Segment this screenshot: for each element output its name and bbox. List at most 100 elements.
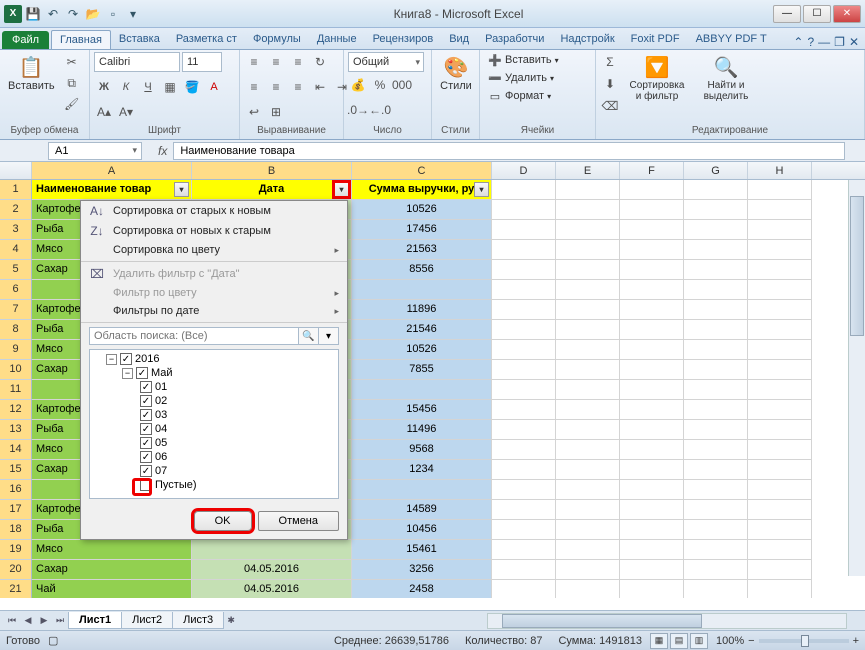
ribbon-tab-7[interactable]: Разработчи (477, 30, 552, 49)
cell-c-21[interactable]: 2458 (352, 580, 492, 598)
select-all-corner[interactable] (0, 162, 32, 179)
cell-c-12[interactable]: 15456 (352, 400, 492, 420)
horizontal-scrollbar[interactable] (487, 613, 847, 629)
align-right-icon[interactable]: ≡ (288, 77, 308, 97)
cell-blank[interactable] (620, 220, 684, 240)
cell-blank[interactable] (620, 320, 684, 340)
cell-blank[interactable] (620, 500, 684, 520)
row-header-5[interactable]: 5 (0, 260, 32, 280)
zoom-slider[interactable] (759, 639, 849, 643)
hscroll-thumb[interactable] (502, 614, 702, 628)
find-select-button[interactable]: 🔍 Найти и выделить (694, 52, 758, 104)
cell-blank[interactable] (556, 320, 620, 340)
cell-blank[interactable] (684, 580, 748, 598)
cell-blank[interactable] (684, 480, 748, 500)
filter-button-a[interactable]: ▾ (174, 182, 189, 197)
date-filters-item[interactable]: Фильтры по дате▸ (81, 302, 347, 320)
sheet-prev-icon[interactable]: ◀ (20, 613, 36, 629)
fill-color-icon[interactable]: 🪣 (182, 77, 202, 97)
cell-c-10[interactable]: 7855 (352, 360, 492, 380)
row-header-11[interactable]: 11 (0, 380, 32, 400)
cell-blank[interactable] (684, 360, 748, 380)
cell-blank[interactable] (620, 460, 684, 480)
minimize-ribbon-icon[interactable]: ⌃ (793, 35, 803, 49)
sort-filter-button[interactable]: 🔽 Сортировка и фильтр (623, 52, 691, 104)
grow-font-icon[interactable]: A▴ (94, 102, 114, 122)
day-checkbox-06[interactable] (140, 451, 152, 463)
cell-blank[interactable] (748, 340, 812, 360)
cell-blank[interactable] (684, 500, 748, 520)
column-header-G[interactable]: G (684, 162, 748, 179)
ribbon-tab-4[interactable]: Данные (309, 30, 365, 49)
sort-color-item[interactable]: Сортировка по цвету▸ (81, 241, 347, 259)
page-break-icon[interactable]: ▥ (690, 633, 708, 649)
cell-b-20[interactable]: 04.05.2016 (192, 560, 352, 580)
cell-a-19[interactable]: Мясо (32, 540, 192, 560)
new-icon[interactable]: ▫ (104, 5, 122, 23)
cell-blank[interactable] (620, 520, 684, 540)
cell-blank[interactable] (620, 340, 684, 360)
cell-c-14[interactable]: 9568 (352, 440, 492, 460)
macro-record-icon[interactable]: ▢ (48, 634, 58, 647)
ribbon-tab-10[interactable]: ABBYY PDF T (688, 30, 775, 49)
number-format-select[interactable]: Общий (348, 52, 424, 72)
cell-blank[interactable] (556, 560, 620, 580)
cell-blank[interactable] (748, 460, 812, 480)
cell-blank[interactable] (492, 340, 556, 360)
cell-blank[interactable] (748, 520, 812, 540)
format-painter-icon[interactable]: 🖌 (62, 94, 82, 114)
minimize-button[interactable]: — (773, 5, 801, 23)
cell-blank[interactable] (556, 440, 620, 460)
cell-c-7[interactable]: 11896 (352, 300, 492, 320)
cell-blank[interactable] (620, 420, 684, 440)
font-size-select[interactable]: 11 (182, 52, 222, 72)
cell-blank[interactable] (492, 440, 556, 460)
row-header-1[interactable]: 1 (0, 180, 32, 200)
cell-blank[interactable] (556, 340, 620, 360)
sheet-tab-1[interactable]: Лист2 (121, 612, 173, 629)
cell-blank[interactable] (492, 540, 556, 560)
zoom-out-icon[interactable]: − (748, 635, 754, 647)
cell-c-17[interactable]: 14589 (352, 500, 492, 520)
page-layout-icon[interactable]: ▤ (670, 633, 688, 649)
styles-button[interactable]: 🎨 Стили (436, 52, 476, 94)
cell-blank[interactable] (684, 460, 748, 480)
cell-blank[interactable] (556, 460, 620, 480)
new-sheet-icon[interactable]: ✱ (223, 613, 239, 629)
row-header-8[interactable]: 8 (0, 320, 32, 340)
row-header-21[interactable]: 21 (0, 580, 32, 598)
cell-c-8[interactable]: 21546 (352, 320, 492, 340)
cell-blank[interactable] (492, 300, 556, 320)
cell-blank[interactable] (620, 280, 684, 300)
dec-decimal-icon[interactable]: ←.0 (370, 100, 390, 120)
cell-blank[interactable] (684, 260, 748, 280)
cell-blank[interactable] (620, 580, 684, 598)
cell-blank[interactable] (556, 300, 620, 320)
open-icon[interactable]: 📂 (84, 5, 102, 23)
cell-blank[interactable] (492, 280, 556, 300)
name-box[interactable]: A1 (48, 142, 142, 160)
border-icon[interactable]: ▦ (160, 77, 180, 97)
cell-c-5[interactable]: 8556 (352, 260, 492, 280)
table-header-b[interactable]: Дата▾ (192, 180, 352, 200)
orientation-icon[interactable]: ↻ (310, 52, 330, 72)
cell-c-9[interactable]: 10526 (352, 340, 492, 360)
cell-blank[interactable] (748, 400, 812, 420)
column-header-A[interactable]: A (32, 162, 192, 179)
ribbon-tab-1[interactable]: Вставка (111, 30, 168, 49)
cell-blank[interactable] (684, 220, 748, 240)
column-header-B[interactable]: B (192, 162, 352, 179)
search-icon[interactable]: 🔍 (299, 327, 319, 345)
clear-icon[interactable]: ⌫ (600, 96, 620, 116)
cell-blank[interactable] (684, 560, 748, 580)
cell-blank[interactable] (492, 360, 556, 380)
sheet-last-icon[interactable]: ⏭ (52, 613, 68, 629)
cell-b-21[interactable]: 04.05.2016 (192, 580, 352, 598)
day-checkbox-01[interactable] (140, 381, 152, 393)
formula-input[interactable]: Наименование товара (173, 142, 845, 160)
column-header-H[interactable]: H (748, 162, 812, 179)
table-header-a[interactable]: Наименование товар▾ (32, 180, 192, 200)
doc-close-icon[interactable]: ✕ (849, 35, 859, 49)
cell-blank[interactable] (492, 560, 556, 580)
delete-cells-button[interactable]: ➖Удалить▾ (484, 70, 558, 86)
